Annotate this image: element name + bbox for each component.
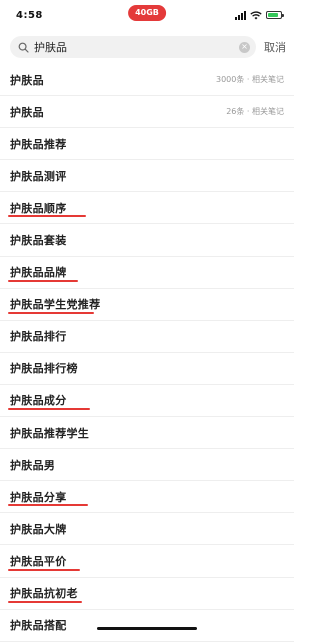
suggestion-item[interactable]: 护肤品测评: [0, 160, 294, 193]
suggestion-text: 护肤品搭配: [10, 619, 67, 633]
suggestion-meta: 26条 · 相关笔记: [226, 107, 284, 117]
suggestion-item[interactable]: 护肤品成分: [0, 385, 294, 418]
search-input[interactable]: 护肤品 ×: [10, 36, 256, 58]
suggestion-item[interactable]: 护肤品 26条 · 相关笔记: [0, 96, 294, 129]
battery-icon: [266, 11, 284, 19]
suggestion-item[interactable]: 护肤品推荐学生: [0, 417, 294, 450]
suggestion-text: 护肤品分享: [10, 490, 67, 504]
suggestion-item[interactable]: 护肤品平价: [0, 545, 294, 578]
red-underline-annotation: [8, 408, 90, 411]
suggestion-text: 护肤品品牌: [10, 266, 67, 280]
suggestion-text: 护肤品推荐学生: [10, 426, 90, 440]
suggestion-text: 护肤品大牌: [10, 522, 67, 536]
suggestion-text: 护肤品排行榜: [10, 362, 78, 376]
suggestion-item[interactable]: 护肤品排行榜: [0, 353, 294, 385]
cancel-button[interactable]: 取消: [264, 39, 286, 55]
suggestion-item[interactable]: 护肤品抗初老: [0, 578, 294, 610]
red-underline-annotation: [8, 311, 94, 314]
status-time: 4:58: [16, 9, 43, 21]
red-underline-annotation: [8, 600, 82, 603]
search-icon: [18, 42, 29, 53]
suggestion-text: 护肤品平价: [10, 554, 67, 568]
red-underline-annotation: [8, 504, 88, 507]
cellular-signal-icon: [235, 10, 246, 20]
suggestion-text: 护肤品排行: [10, 330, 67, 344]
status-icons: [235, 10, 284, 20]
suggestion-text: 护肤品: [10, 105, 44, 119]
search-query-text[interactable]: 护肤品: [34, 39, 234, 55]
status-bar: 4:58 40GB: [0, 0, 294, 30]
suggestion-item[interactable]: 护肤品搭配: [0, 610, 294, 642]
suggestion-item[interactable]: 护肤品推荐: [0, 128, 294, 161]
status-pill[interactable]: 40GB: [128, 5, 166, 21]
suggestion-text: 护肤品男: [10, 458, 56, 472]
suggestion-item[interactable]: 护肤品学生党推荐: [0, 289, 294, 321]
suggestion-text: 护肤品成分: [10, 394, 67, 408]
suggestion-item[interactable]: 护肤品男: [0, 449, 294, 482]
suggestion-item[interactable]: 护肤品分享: [0, 481, 294, 514]
suggestion-text: 护肤品: [10, 73, 44, 87]
suggestion-text: 护肤品抗初老: [10, 587, 78, 601]
suggestion-text: 护肤品推荐: [10, 137, 67, 151]
red-underline-annotation: [8, 279, 78, 282]
suggestion-item[interactable]: 护肤品顺序: [0, 192, 294, 225]
suggestion-meta: 3000条 · 相关笔记: [216, 75, 284, 85]
suggestion-list: 护肤品 3000条 · 相关笔记 护肤品 26条 · 相关笔记 护肤品推荐 护肤品测评 护肤…: [0, 64, 294, 642]
suggestion-text: 护肤品学生党推荐: [10, 298, 101, 312]
suggestion-item[interactable]: 护肤品排行: [0, 321, 294, 353]
suggestion-item[interactable]: 护肤品套装: [0, 224, 294, 257]
wifi-icon: [250, 10, 262, 19]
suggestion-text: 护肤品顺序: [10, 201, 67, 215]
suggestion-item[interactable]: 护肤品大牌: [0, 513, 294, 546]
suggestion-item[interactable]: 护肤品品牌: [0, 257, 294, 289]
suggestion-item[interactable]: 护肤品 3000条 · 相关笔记: [0, 64, 294, 97]
search-row: 护肤品 × 取消: [0, 30, 294, 64]
suggestion-text: 护肤品测评: [10, 169, 67, 183]
clear-icon[interactable]: ×: [239, 41, 250, 53]
red-underline-annotation: [8, 215, 86, 218]
home-indicator: [97, 627, 197, 630]
red-underline-annotation: [8, 568, 80, 571]
suggestion-text: 护肤品套装: [10, 234, 67, 248]
